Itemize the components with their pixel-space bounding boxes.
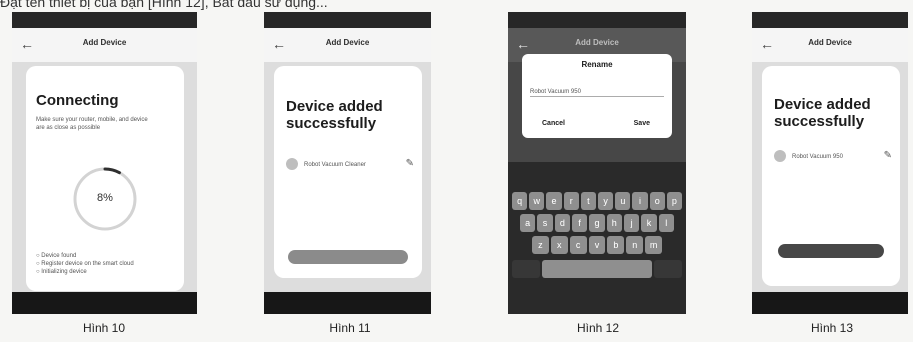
keyboard-key-v[interactable]: v xyxy=(588,236,606,254)
step-label: Device found xyxy=(41,253,77,259)
keyboard-row: zxcvbnm xyxy=(532,236,663,254)
progress-label: 8% xyxy=(97,192,113,204)
figure-caption: Hình 12 xyxy=(576,321,620,335)
keyboard: qwertyuiop asdfghjkl zxcvbnm xyxy=(508,162,686,314)
done-button[interactable] xyxy=(778,244,884,258)
rename-input[interactable]: Robot Vacuum 950 xyxy=(530,88,664,97)
header-title: Add Device xyxy=(325,38,370,47)
keyboard-key-c[interactable]: c xyxy=(569,236,587,254)
keyboard-key-d[interactable]: d xyxy=(554,214,570,232)
figure-caption: Hình 11 xyxy=(329,321,371,335)
keyboard-space-key[interactable] xyxy=(541,260,653,278)
keyboard-key-u[interactable]: u xyxy=(615,192,631,210)
device-row: Robot Vacuum Cleaner ✎ xyxy=(286,158,414,172)
edit-pencil-icon[interactable]: ✎ xyxy=(884,150,892,161)
success-card: Device added successfully Robot Vacuum C… xyxy=(274,66,422,278)
keyboard-key-j[interactable]: j xyxy=(623,214,640,232)
connecting-description: Make sure your router, mobile, and devic… xyxy=(36,117,148,131)
device-name: Robot Vacuum Cleaner xyxy=(304,162,366,168)
header-title: Add Device xyxy=(575,38,619,47)
app-header: ← Add Device xyxy=(264,28,431,62)
keyboard-key-s[interactable]: s xyxy=(537,214,553,232)
figure-caption: Hình 10 xyxy=(82,321,126,335)
status-bar xyxy=(752,12,908,28)
heading-line: successfully xyxy=(286,115,377,132)
keyboard-symbols-key[interactable] xyxy=(512,260,540,278)
connecting-heading: Connecting xyxy=(36,92,119,109)
keyboard-key-b[interactable]: b xyxy=(607,236,625,254)
keyboard-key-t[interactable]: t xyxy=(580,192,597,210)
heading-line: Device added xyxy=(774,96,871,113)
screenshot-device-renamed: ← Add Device Device added successfully R… xyxy=(752,12,908,314)
nav-bar xyxy=(752,292,908,314)
keyboard-row: asdfghjkl xyxy=(520,214,674,232)
keyboard-key-x[interactable]: x xyxy=(550,236,568,254)
step-item: ○ Initializing device xyxy=(36,269,87,275)
screenshot-rename: ← Add Device Rename Robot Vacuum 950 Can… xyxy=(508,12,686,314)
keyboard-key-m[interactable]: m xyxy=(645,236,663,254)
keyboard-key-o[interactable]: o xyxy=(649,192,665,210)
nav-bar xyxy=(264,292,431,314)
keyboard-row: qwertyuiop xyxy=(512,192,683,210)
keyboard-key-g[interactable]: g xyxy=(589,214,605,232)
step-item: ○ Register device on the smart cloud xyxy=(36,261,134,267)
status-bar xyxy=(264,12,431,28)
success-card: Device added successfully Robot Vacuum 9… xyxy=(762,66,900,286)
keyboard-key-w[interactable]: w xyxy=(529,192,545,210)
success-heading: Device added successfully xyxy=(774,96,871,130)
dialog-cancel-button[interactable]: Cancel xyxy=(542,120,565,127)
device-avatar xyxy=(286,158,298,170)
app-header: ← Add Device xyxy=(12,28,197,62)
step-item: ○ Device found xyxy=(36,253,77,259)
keyboard-key-a[interactable]: a xyxy=(520,214,536,232)
keyboard-key-z[interactable]: z xyxy=(532,236,549,254)
nav-bar xyxy=(12,292,197,314)
step-list: ○ Device found ○ Register device on the … xyxy=(36,252,134,276)
heading-line: successfully xyxy=(774,113,865,130)
device-name: Robot Vacuum 950 xyxy=(792,154,843,160)
device-row: Robot Vacuum 950 ✎ xyxy=(774,150,892,164)
keyboard-key-i[interactable]: i xyxy=(632,192,648,210)
screenshot-connecting: ← Add Device Connecting Make sure your r… xyxy=(12,12,197,314)
keyboard-enter-key[interactable] xyxy=(654,260,683,278)
keyboard-key-e[interactable]: e xyxy=(546,192,562,210)
rename-dialog: Rename Robot Vacuum 950 Cancel Save xyxy=(522,54,672,138)
keyboard-key-f[interactable]: f xyxy=(571,214,588,232)
keyboard-key-r[interactable]: r xyxy=(563,192,579,210)
edit-pencil-icon[interactable]: ✎ xyxy=(406,158,414,169)
keyboard-key-k[interactable]: k xyxy=(641,214,657,232)
step-label: Initializing device xyxy=(41,269,87,275)
figure-caption: Hình 13 xyxy=(810,321,854,335)
intro-text: Đặt tên thiết bị của bạn [Hình 12], Bất … xyxy=(0,0,328,10)
dialog-title: Rename xyxy=(581,60,613,69)
connecting-card: Connecting Make sure your router, mobile… xyxy=(26,66,184,291)
header-title: Add Device xyxy=(808,38,852,47)
step-label: Register device on the smart cloud xyxy=(41,261,134,267)
status-bar xyxy=(508,12,686,28)
app-header: ← Add Device xyxy=(752,28,908,62)
heading-line: Device added xyxy=(286,98,383,115)
dialog-save-button[interactable]: Save xyxy=(634,120,650,127)
status-bar xyxy=(12,12,197,28)
screenshot-device-added: ← Add Device Device added successfully R… xyxy=(264,12,431,314)
keyboard-key-h[interactable]: h xyxy=(606,214,622,232)
keyboard-key-l[interactable]: l xyxy=(658,214,674,232)
keyboard-key-n[interactable]: n xyxy=(626,236,644,254)
keyboard-key-q[interactable]: q xyxy=(512,192,528,210)
device-avatar xyxy=(774,150,786,162)
keyboard-key-y[interactable]: y xyxy=(598,192,614,210)
header-title: Add Device xyxy=(82,38,127,47)
keyboard-key-p[interactable]: p xyxy=(666,192,683,210)
keyboard-row xyxy=(512,260,683,278)
done-button[interactable] xyxy=(288,250,408,264)
success-heading: Device added successfully xyxy=(286,98,383,132)
